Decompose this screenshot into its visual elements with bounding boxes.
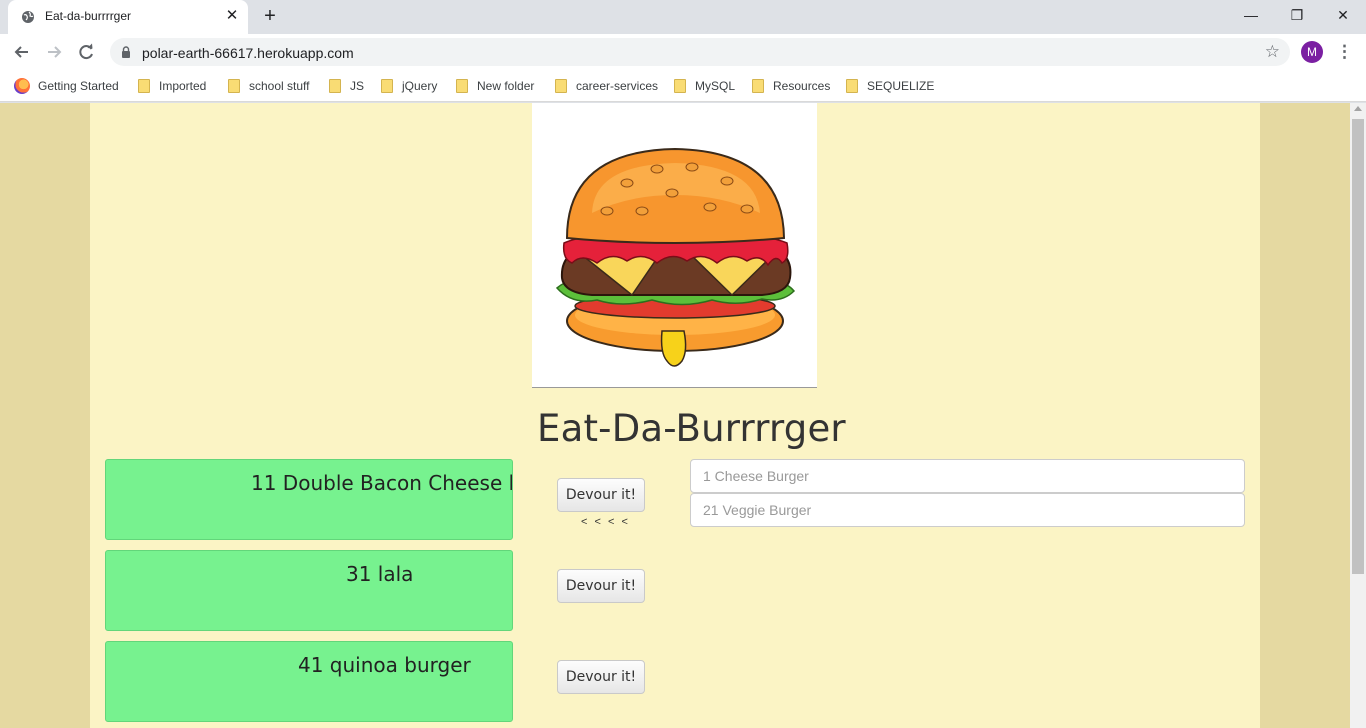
lock-icon	[122, 46, 130, 58]
address-bar[interactable]: polar-earth-66617.herokuapp.com ☆	[110, 38, 1290, 66]
burger-card: 11 Double Bacon Cheese burger	[105, 459, 513, 540]
scroll-up-arrow-icon[interactable]	[1354, 106, 1362, 111]
hero-image	[532, 103, 817, 388]
back-arrow-icon[interactable]	[8, 38, 36, 66]
page-container: Eat-Da-Burrrrger 11 Double Bacon Cheese …	[90, 103, 1260, 728]
globe-icon	[22, 11, 34, 23]
burger-card: 31 lala	[105, 550, 513, 631]
new-tab-button[interactable]: +	[259, 6, 281, 28]
bookmark-sequelize[interactable]: SEQUELIZE	[846, 77, 934, 95]
devour-button[interactable]: Devour it!	[557, 478, 645, 512]
bookmark-getting-started[interactable]: Getting Started	[14, 77, 119, 95]
folder-icon	[228, 79, 240, 93]
folder-icon	[381, 79, 393, 93]
burger-label: 41 quinoa burger	[298, 653, 471, 677]
vertical-scrollbar[interactable]	[1350, 103, 1366, 728]
burger-card: 41 quinoa burger	[105, 641, 513, 722]
devour-button[interactable]: Devour it!	[557, 569, 645, 603]
window-close-button[interactable]: ✕	[1320, 0, 1366, 30]
folder-icon	[674, 79, 686, 93]
tab-title: Eat-da-burrrrger	[45, 9, 132, 23]
bookmark-new-folder[interactable]: New folder	[456, 77, 534, 95]
devour-button[interactable]: Devour it!	[557, 660, 645, 694]
bookmark-imported[interactable]: Imported	[138, 77, 206, 95]
folder-icon	[329, 79, 341, 93]
bookmark-career-services[interactable]: career-services	[555, 77, 658, 95]
tab-close-icon[interactable]: ✕	[224, 8, 240, 24]
bookmark-js[interactable]: JS	[329, 77, 364, 95]
devoured-burger-item: 1 Cheese Burger	[690, 459, 1245, 493]
folder-icon	[456, 79, 468, 93]
profile-avatar[interactable]: M	[1301, 41, 1323, 63]
browser-menu-icon[interactable]: ⋮	[1336, 41, 1353, 63]
scrollbar-thumb[interactable]	[1352, 119, 1364, 574]
bookmark-resources[interactable]: Resources	[752, 77, 830, 95]
devoured-burger-label: 1 Cheese Burger	[703, 468, 809, 484]
bookmark-school-stuff[interactable]: school stuff	[228, 77, 309, 95]
bookmarks-bar: Getting Started Imported school stuff JS…	[0, 70, 1366, 102]
page-title: Eat-Da-Burrrrger	[537, 407, 846, 450]
folder-icon	[752, 79, 764, 93]
devoured-burger-item: 21 Veggie Burger	[690, 493, 1245, 527]
browser-tab[interactable]: Eat-da-burrrrger ✕	[8, 0, 248, 34]
tab-strip: Eat-da-burrrrger ✕ + — ❐ ✕	[0, 0, 1366, 34]
burger-label: 31 lala	[346, 562, 414, 586]
arrows-indicator: < < < <	[581, 516, 630, 528]
burger-label: 11 Double Bacon Cheese burger	[251, 471, 512, 495]
url-text: polar-earth-66617.herokuapp.com	[142, 45, 354, 61]
bookmark-jquery[interactable]: jQuery	[381, 77, 437, 95]
firefox-icon	[14, 78, 30, 94]
folder-icon	[138, 79, 150, 93]
folder-icon	[555, 79, 567, 93]
devoured-burger-label: 21 Veggie Burger	[703, 502, 812, 518]
browser-toolbar: polar-earth-66617.herokuapp.com ☆ M ⋮	[0, 34, 1366, 70]
folder-icon	[846, 79, 858, 93]
bookmark-star-icon[interactable]: ☆	[1265, 43, 1280, 61]
bookmark-mysql[interactable]: MySQL	[674, 77, 735, 95]
reload-icon[interactable]	[72, 38, 100, 66]
page-viewport: Eat-Da-Burrrrger 11 Double Bacon Cheese …	[0, 103, 1350, 728]
forward-arrow-icon[interactable]	[40, 38, 68, 66]
burger-illustration	[555, 147, 796, 367]
minimize-button[interactable]: —	[1228, 0, 1274, 30]
restore-button[interactable]: ❐	[1274, 0, 1320, 30]
